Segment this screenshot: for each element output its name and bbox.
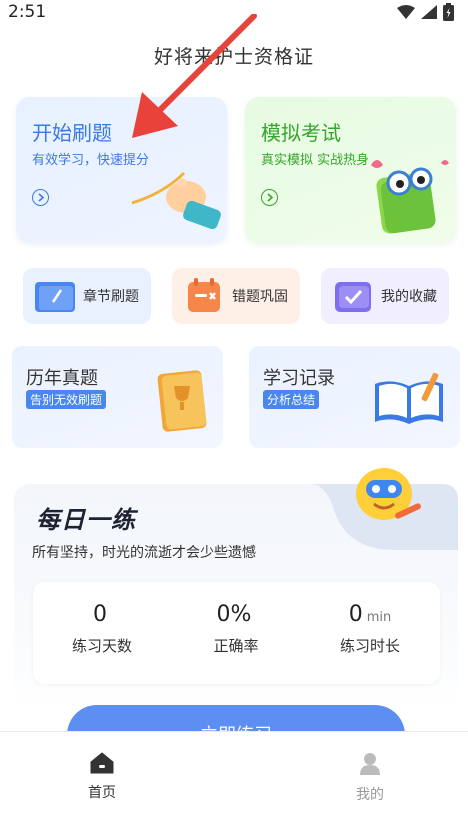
past-papers-title: 历年真题 bbox=[26, 368, 98, 389]
status-time: 2:51 bbox=[8, 2, 47, 22]
study-record-tag: 分析总结 bbox=[263, 390, 320, 409]
tab-profile[interactable]: 我的 bbox=[330, 752, 410, 804]
study-record-title: 学习记录 bbox=[263, 368, 335, 389]
stat-label: 练习时长 bbox=[339, 637, 400, 655]
red-arrow-annotation bbox=[132, 14, 257, 138]
book-mascot-icon bbox=[371, 160, 449, 234]
stat-accuracy: 0% 正确率 bbox=[171, 602, 301, 656]
mock-exam-subtitle: 真实模拟 实战热身 bbox=[261, 153, 370, 168]
start-practice-title: 开始刷题 bbox=[32, 121, 112, 145]
checkbox-icon bbox=[335, 282, 371, 312]
mock-exam-card[interactable]: 模拟考试 真实模拟 实战热身 bbox=[245, 97, 456, 243]
calendar-icon bbox=[188, 278, 220, 312]
stats-panel: 0 练习天数 0% 正确率 0 min 练习时长 bbox=[33, 582, 440, 684]
stat-label: 练习天数 bbox=[71, 637, 132, 655]
my-favorites-label: 我的收藏 bbox=[381, 289, 437, 305]
wrong-questions-button[interactable]: 错题巩固 bbox=[172, 268, 300, 324]
stat-value: 0 bbox=[93, 602, 107, 627]
tab-home[interactable]: 首页 bbox=[62, 752, 142, 802]
past-papers-card[interactable]: 历年真题 告别无效刷题 bbox=[12, 346, 223, 448]
mascot-icon bbox=[356, 468, 421, 520]
study-record-card[interactable]: 学习记录 分析总结 bbox=[249, 346, 460, 448]
chapter-practice-label: 章节刷题 bbox=[83, 289, 139, 305]
signal-icon bbox=[421, 5, 437, 19]
daily-practice-subtitle: 所有坚持，时光的流逝才会少些遗憾 bbox=[32, 545, 256, 561]
wrong-questions-label: 错题巩固 bbox=[232, 289, 288, 305]
bottom-tab-bar: 首页 我的 bbox=[0, 731, 468, 840]
status-icons bbox=[397, 3, 454, 21]
tab-home-label: 首页 bbox=[88, 785, 116, 801]
my-favorites-button[interactable]: 我的收藏 bbox=[321, 268, 449, 324]
chevron-right-icon bbox=[32, 189, 49, 206]
chevron-right-icon bbox=[261, 189, 278, 206]
stat-value: 0 bbox=[348, 602, 363, 627]
mock-exam-title: 模拟考试 bbox=[261, 121, 341, 145]
chapter-practice-button[interactable]: 章节刷题 bbox=[23, 268, 151, 324]
book-icon bbox=[35, 282, 75, 312]
stat-label: 正确率 bbox=[213, 637, 259, 655]
daily-practice-title: 每日一练 bbox=[36, 506, 136, 534]
profile-icon bbox=[360, 753, 380, 775]
stat-value: 0% bbox=[216, 602, 252, 627]
open-book-icon bbox=[375, 372, 443, 424]
stat-practice-time: 0 min 练习时长 bbox=[305, 602, 435, 656]
trophy-book-icon bbox=[157, 370, 207, 432]
stat-practice-days: 0 练习天数 bbox=[37, 602, 167, 656]
daily-practice-section: 每日一练 所有坚持，时光的流逝才会少些遗憾 0 练习天数 0% 正确率 0 min… bbox=[14, 468, 458, 714]
wifi-icon bbox=[397, 5, 415, 19]
home-icon bbox=[90, 752, 114, 774]
battery-icon bbox=[443, 3, 454, 21]
stat-unit: min bbox=[366, 610, 392, 625]
tab-profile-label: 我的 bbox=[356, 787, 384, 803]
writing-hand-icon bbox=[131, 171, 221, 230]
past-papers-tag: 告别无效刷题 bbox=[26, 390, 107, 409]
